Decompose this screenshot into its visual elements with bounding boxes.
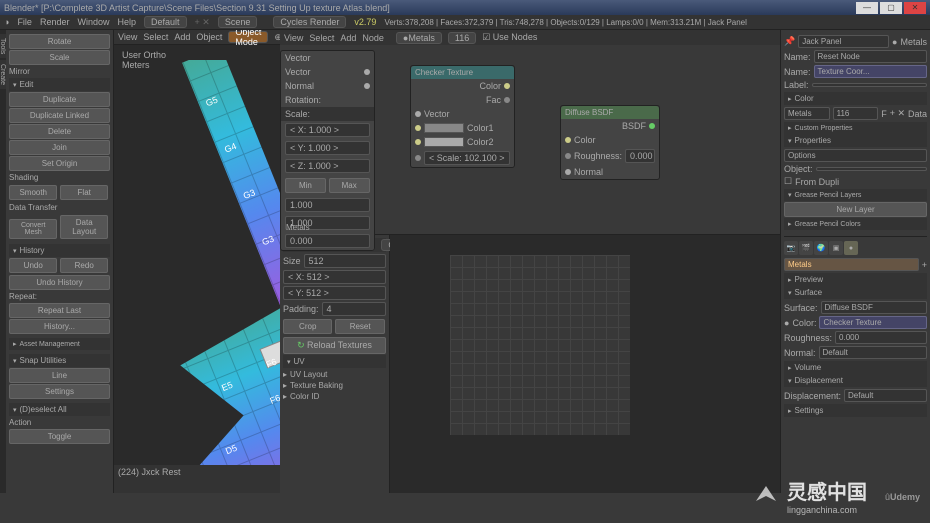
menu-render[interactable]: Render (40, 17, 70, 27)
3d-viewport[interactable]: View Select Add Object Object Mode ⊕ Use… (114, 30, 280, 493)
app-title: Blender* [P:\Complete 3D Artist Capture\… (4, 3, 390, 13)
duplicate-linked-button[interactable]: Duplicate Linked (9, 108, 110, 123)
toggle-button[interactable]: Toggle (9, 429, 110, 444)
close-button[interactable]: ✕ (904, 2, 926, 14)
pin-icon[interactable]: 📌 (784, 36, 795, 47)
scale-y[interactable]: < Y: 1.000 > (285, 141, 370, 155)
add-icon[interactable]: + (922, 260, 927, 270)
tool-shelf: Rotate Scale Mirror Edit Duplicate Dupli… (6, 30, 114, 493)
scene-stats: Verts:378,208 | Faces:372,379 | Tris:748… (384, 18, 746, 27)
scale-x[interactable]: < X: 1.000 > (285, 123, 370, 137)
menu-window[interactable]: Window (77, 17, 109, 27)
mode-selector[interactable]: Object Mode (228, 31, 268, 43)
smooth-button[interactable]: Smooth (9, 185, 57, 200)
ne-menu-add[interactable]: Add (340, 33, 356, 43)
tab-render[interactable]: 📷 (784, 241, 798, 255)
menu-file[interactable]: File (17, 17, 32, 27)
node-diffuse[interactable]: Diffuse BSDF BSDF Color Roughness:0.000 … (560, 105, 660, 180)
section-history[interactable]: History (9, 244, 110, 257)
node-vector[interactable]: Vector Vector Normal Rotation: Scale: < … (280, 50, 375, 251)
uv-image-editor: View Image New Open Size512 < X: 512 > <… (280, 235, 780, 493)
render-engine[interactable]: Cycles Render (273, 16, 346, 28)
node-checker[interactable]: Checker Texture Color Fac Vector Color1 … (410, 65, 515, 168)
size-x[interactable]: < X: 512 > (283, 270, 386, 284)
redo-button[interactable]: Redo (60, 258, 108, 273)
data-layout-button[interactable]: Data Layout (60, 215, 108, 239)
settings-button[interactable]: Settings (9, 384, 110, 399)
properties-panel: 📌Jack Panel●Metals Name:Reset Node Name:… (780, 30, 930, 493)
texcoord-field[interactable]: Texture Coor... (814, 65, 927, 78)
menu-help[interactable]: Help (118, 17, 137, 27)
new-layer[interactable]: New Layer (784, 202, 927, 217)
layout-selector[interactable]: Default (144, 16, 187, 28)
set-origin-button[interactable]: Set Origin (9, 156, 110, 171)
blender-icon: ◑ (4, 17, 9, 27)
uv-grid (450, 255, 630, 435)
node-editor[interactable]: View Select Add Node ● Metals 116 ☑ Use … (280, 30, 780, 235)
undo-button[interactable]: Undo (9, 258, 57, 273)
scene-selector[interactable]: Scene (218, 16, 258, 28)
reload-textures[interactable]: ↻ Reload Textures (283, 337, 386, 354)
use-nodes-checkbox[interactable]: ☑ Use Nodes (482, 32, 537, 43)
undo-history-button[interactable]: Undo History (9, 275, 110, 290)
tab-material[interactable]: ● (844, 241, 858, 255)
ne-menu-select[interactable]: Select (309, 33, 334, 43)
material-icon: ● (892, 37, 897, 47)
context-tabs: 📷 🎬 🌍 ▣ ● (784, 241, 927, 255)
tab-object[interactable]: ▣ (829, 241, 843, 255)
join-button[interactable]: Join (9, 140, 110, 155)
viewport-footer: (224) Jxck Rest (114, 465, 280, 493)
material-item[interactable]: Metals (784, 258, 919, 271)
ne-menu-view[interactable]: View (284, 33, 303, 43)
color-id[interactable]: Color ID (283, 392, 386, 401)
material-slot[interactable]: ● Metals (396, 32, 442, 44)
user-count[interactable]: 116 (448, 32, 476, 44)
vp-menu-add[interactable]: Add (174, 32, 190, 42)
delete-button[interactable]: Delete (9, 124, 110, 139)
section-snap[interactable]: Snap Utilities (9, 354, 110, 367)
flat-button[interactable]: Flat (60, 185, 108, 200)
repeat-last-button[interactable]: Repeat Last (9, 303, 110, 318)
section-asset[interactable]: Asset Management (9, 338, 110, 350)
tab-world[interactable]: 🌍 (814, 241, 828, 255)
watermark: 灵感中国 lingganchina.com ûUdemy (751, 476, 920, 515)
scale-z[interactable]: < Z: 1.000 > (285, 159, 370, 173)
duplicate-button[interactable]: Duplicate (9, 92, 110, 107)
info-header: ◑ File Render Window Help Default + ✕ Sc… (0, 15, 930, 30)
convert-mesh-button[interactable]: Convert Mesh (9, 219, 57, 239)
uv-layout[interactable]: UV Layout (283, 370, 386, 379)
texture-baking[interactable]: Texture Baking (283, 381, 386, 390)
deselect-all[interactable]: (D)eselect All (9, 403, 110, 416)
vp-menu-view[interactable]: View (118, 32, 137, 42)
size-y[interactable]: < Y: 512 > (283, 286, 386, 300)
guitar-mesh[interactable]: E5 F6 G7 F6 D5 D6 D7 E7 F7 G5 G4 G3 G3 G… (114, 60, 280, 490)
view-label: User Ortho (122, 50, 166, 60)
vp-menu-object[interactable]: Object (196, 32, 222, 42)
maximize-button[interactable]: ▢ (880, 2, 902, 14)
line-button[interactable]: Line (9, 368, 110, 383)
image-canvas[interactable] (390, 235, 780, 493)
tab-scene[interactable]: 🎬 (799, 241, 813, 255)
section-edit[interactable]: Edit (9, 78, 110, 91)
minimize-button[interactable]: — (856, 2, 878, 14)
window-titlebar: Blender* [P:\Complete 3D Artist Capture\… (0, 0, 930, 15)
color2-swatch[interactable] (424, 137, 464, 147)
version-label: v2.79 (354, 17, 376, 27)
node-footer: Metals (286, 223, 310, 232)
history-button[interactable]: History... (9, 319, 110, 334)
vp-menu-select[interactable]: Select (143, 32, 168, 42)
checker-scale[interactable]: < Scale: 102.100 > (424, 151, 510, 165)
rotate-button[interactable]: Rotate (9, 34, 110, 49)
scale-button[interactable]: Scale (9, 50, 110, 65)
color1-swatch[interactable] (424, 123, 464, 133)
ne-menu-node[interactable]: Node (362, 33, 384, 43)
